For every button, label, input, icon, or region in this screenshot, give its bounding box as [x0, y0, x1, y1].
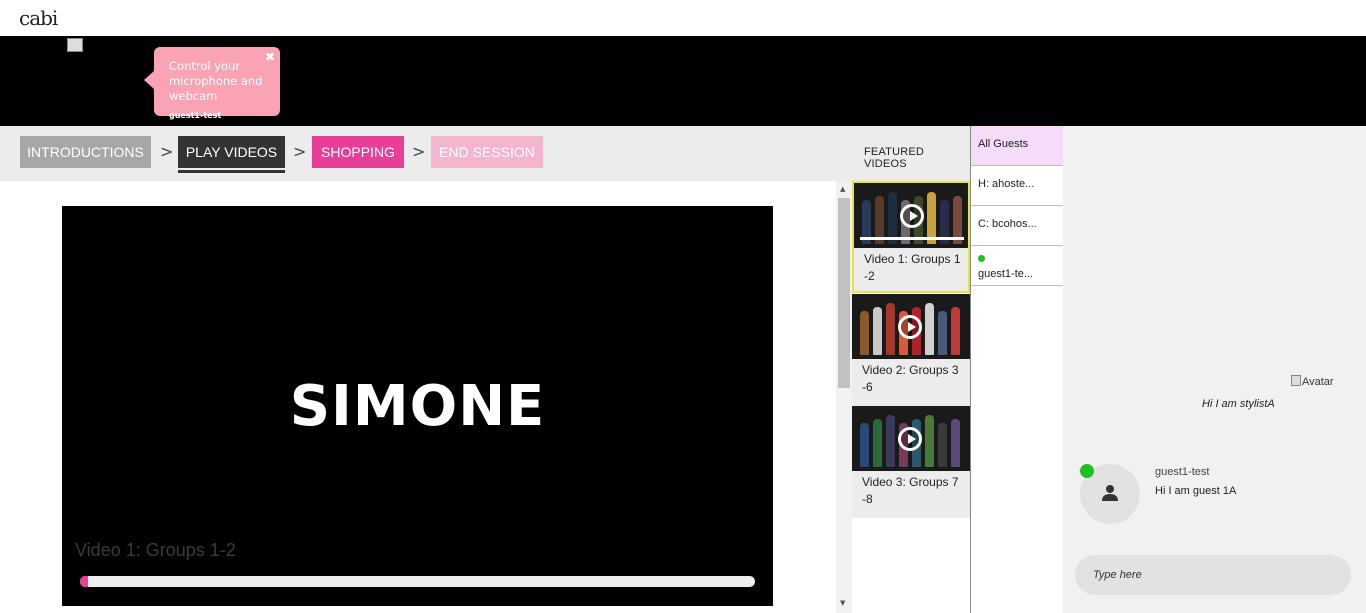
guest-chat-name: guest1-test [1155, 466, 1210, 478]
webcam-guest-label: guest1-test [169, 111, 222, 120]
step-shopping-button[interactable]: SHOPPING [312, 136, 404, 168]
host-avatar: Avatar [1291, 375, 1334, 388]
thumbnail-model-figure [925, 303, 934, 355]
thumbnail-model-figure [860, 423, 869, 467]
thumbnail-model-figure [951, 419, 960, 467]
play-icon[interactable] [900, 204, 924, 228]
scroll-up-arrow-icon[interactable]: ▲ [840, 185, 845, 193]
scroll-down-arrow-icon[interactable]: ▼ [840, 599, 845, 607]
guest-tab-guest1[interactable]: guest1-te... [971, 246, 1063, 286]
close-icon[interactable]: ✖ [265, 50, 275, 65]
step-introductions-button[interactable]: INTRODUCTIONS [20, 136, 151, 168]
guest-tab-label: guest1-te... [978, 268, 1034, 280]
step-end-session-button[interactable]: END SESSION [431, 136, 543, 168]
guest-chat-message: Hi I am guest 1A [1155, 485, 1237, 497]
online-status-dot [1080, 464, 1094, 478]
step-play-videos-button[interactable]: PLAY VIDEOS [178, 136, 285, 168]
video-frame-logo: SIMONE [289, 374, 546, 439]
host-chat-message: Hi I am stylistA [1202, 398, 1275, 410]
media-controls-tooltip: Control your microphone and webcam ✖ [144, 47, 280, 116]
online-status-dot [978, 255, 985, 262]
video-card-title: Video 2: Groups 3 -6 [862, 363, 959, 394]
thumbnail-model-figure [951, 307, 960, 355]
featured-videos-heading: FEATURED VIDEOS [864, 146, 925, 170]
chevron-right-icon: > [412, 142, 426, 161]
thumbnail-model-figure [860, 311, 869, 355]
chat-panel: Avatar Hi I am stylistA guest1-test Hi I… [1063, 126, 1366, 613]
webcam-header: Control your microphone and webcam ✖ gue… [0, 36, 1366, 126]
guest-list-panel: All Guests H: ahoste... C: bcohos... gue… [970, 126, 1063, 613]
video-player[interactable]: SIMONE Video 1: Groups 1-2 [62, 206, 773, 606]
thumbnail-model-figure [886, 415, 895, 467]
video-list-scrollbar[interactable]: ▲ ▼ [836, 181, 852, 613]
video-card[interactable]: Video 2: Groups 3 -6 [852, 294, 970, 406]
video-card-title: Video 1: Groups 1 -2 [864, 252, 961, 283]
active-step-underline [178, 170, 285, 173]
video-progress-fill [80, 576, 88, 587]
play-icon[interactable] [898, 427, 922, 451]
host-avatar-alt: Avatar [1302, 376, 1334, 388]
chevron-right-icon: > [160, 142, 174, 161]
thumbnail-model-figure [873, 307, 882, 355]
video-title-overlay: Video 1: Groups 1-2 [75, 540, 236, 560]
scrollbar-thumb[interactable] [838, 198, 850, 388]
guest-tab-cohost[interactable]: C: bcohos... [971, 206, 1063, 246]
webcam-image-placeholder [67, 38, 83, 52]
chat-input[interactable] [1075, 555, 1351, 595]
video-card-title: Video 3: Groups 7 -8 [862, 475, 959, 506]
thumbnail-model-figure [873, 419, 882, 467]
thumbnail-model-figure [938, 311, 947, 355]
video-progress-bar[interactable] [80, 576, 755, 587]
thumbnail-progress-bar [860, 237, 964, 240]
user-icon [1102, 485, 1118, 501]
thumbnail-model-figure [938, 423, 947, 467]
tooltip-text: Control your microphone and webcam [169, 59, 263, 103]
guest-tab-all[interactable]: All Guests [971, 126, 1063, 166]
thumbnail-model-figure [925, 415, 934, 467]
broken-image-icon [1291, 375, 1301, 386]
video-card[interactable]: Video 3: Groups 7 -8 [852, 406, 970, 518]
session-steps-bar: INTRODUCTIONS > PLAY VIDEOS > SHOPPING >… [0, 126, 970, 181]
brand-logo[interactable]: cabi [19, 6, 58, 30]
brand-bar: cabi [0, 0, 1366, 36]
chevron-right-icon: > [293, 142, 307, 161]
video-card[interactable]: Video 1: Groups 1 -2 [852, 181, 970, 293]
guest-tab-host[interactable]: H: ahoste... [971, 166, 1063, 206]
thumbnail-model-figure [886, 303, 895, 355]
play-icon[interactable] [898, 315, 922, 339]
